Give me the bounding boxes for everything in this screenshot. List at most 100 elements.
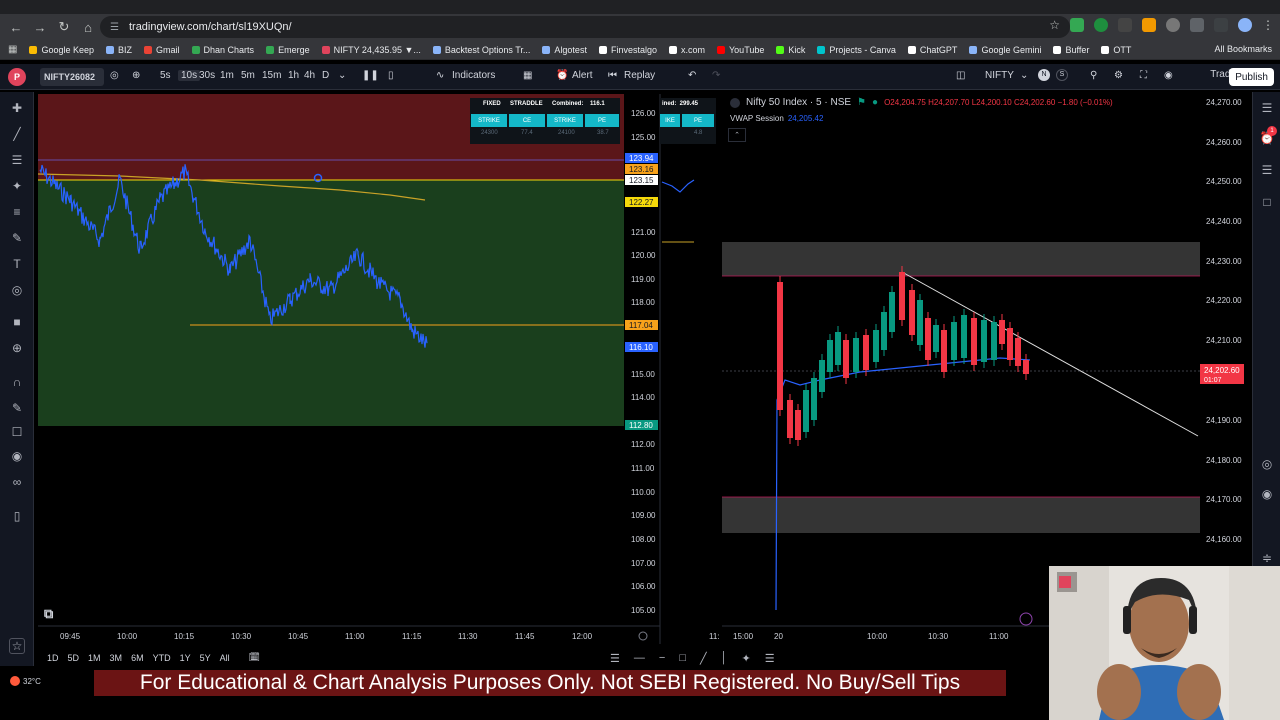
flag-icon[interactable]: ⚑: [857, 97, 866, 108]
right-zone-bottom: [722, 497, 1200, 533]
right-time-tick: 11:00: [989, 632, 1009, 641]
range-5y[interactable]: 5Y: [200, 653, 211, 663]
right-price-tick: 24,260.00: [1206, 138, 1242, 147]
vwap-label: VWAP Session: [730, 114, 784, 123]
support-zone: [38, 180, 624, 426]
right-price-tick: 24,160.00: [1206, 535, 1242, 544]
current-price-countdown: 01:07: [1204, 377, 1222, 384]
more-tools-icon[interactable]: ☰: [765, 652, 775, 665]
candle-body: [873, 330, 879, 362]
straddle-table: FIXED STRADDLE Combined: 116.1 STRIKE CE…: [470, 98, 620, 144]
price-tag-label: 123.16: [629, 165, 654, 174]
vwap-value: 24,205.42: [787, 114, 824, 123]
range-1m[interactable]: 1M: [88, 653, 101, 663]
lightning-icon[interactable]: [1019, 612, 1033, 626]
current-price-value: 24,202.60: [1204, 366, 1240, 375]
range-6m[interactable]: 6M: [131, 653, 144, 663]
right-chart-title[interactable]: Nifty 50 Index · 5 · NSE: [746, 97, 851, 108]
range-ytd[interactable]: YTD: [153, 653, 171, 663]
left-time-tick: 10:45: [288, 632, 309, 641]
vline-tool-icon[interactable]: │: [721, 652, 728, 664]
temperature: 32°C: [23, 676, 41, 686]
range-3m[interactable]: 3M: [110, 653, 123, 663]
right-time-axis-labels[interactable]: 11: 15:00 20 10:00 10:30 11:00: [709, 632, 1009, 641]
trend-tool-icon[interactable]: ╱: [700, 652, 707, 665]
straddle-value-strike: 24300: [481, 130, 498, 136]
partial-value-pe: 4.8: [694, 130, 703, 136]
price-tag-label: 123.15: [629, 176, 654, 185]
right-zone-top: [722, 242, 1200, 276]
straddle-header-straddle: STRADDLE: [510, 101, 543, 107]
right-time-tick: 11:: [709, 632, 720, 641]
left-price-tick: 105.00: [631, 606, 656, 615]
left-price-tick: 112.00: [631, 440, 655, 449]
webcam-person-image: [1049, 566, 1280, 720]
candle-body: [843, 340, 849, 378]
candle-body: [899, 272, 905, 320]
candle-body: [863, 335, 869, 370]
right-price-tick: 24,250.00: [1206, 177, 1242, 186]
candle-body: [1023, 360, 1029, 374]
pattern-tool-icon[interactable]: ✦: [741, 652, 750, 665]
right-price-tick: 24,220.00: [1206, 296, 1242, 305]
right-time-tick: 10:30: [928, 632, 949, 641]
left-price-tick: 126.00: [631, 109, 656, 118]
right-chart-legend: Nifty 50 Index · 5 · NSE ⚑ ● O24,204.75 …: [730, 97, 1113, 108]
candle-body: [795, 410, 801, 440]
price-tag-label: 112.80: [629, 421, 653, 430]
candle-body: [951, 322, 957, 360]
ray-tool-icon[interactable]: −: [659, 652, 665, 664]
calendar-icon[interactable]: 🗓: [249, 653, 260, 663]
straddle-header-fixed: FIXED: [483, 101, 501, 107]
left-time-tick: 10:00: [117, 632, 138, 641]
candle-body: [941, 330, 947, 372]
straddle-combined-value: 116.1: [590, 101, 605, 107]
tradingview-logo: ⧉: [44, 606, 54, 621]
left-time-tick: 09:45: [60, 632, 81, 641]
multiline-icon[interactable]: ☰: [610, 652, 620, 665]
right-price-tick: 24,180.00: [1206, 456, 1242, 465]
candle-body: [917, 300, 923, 345]
range-all[interactable]: All: [220, 653, 230, 663]
left-price-tick: 121.00: [631, 228, 656, 237]
candle-body: [827, 340, 833, 372]
weather-sun-icon: [10, 676, 20, 686]
candle-body: [1015, 338, 1021, 366]
straddle-cell-ce: CE: [509, 114, 545, 127]
left-time-tick: 10:15: [174, 632, 195, 641]
left-time-tick: 11:15: [402, 632, 422, 641]
rectangle-tool-icon[interactable]: □: [679, 652, 686, 664]
range-5d[interactable]: 5D: [68, 653, 80, 663]
right-price-axis[interactable]: 24,270.00 24,260.00 24,250.00 24,240.00 24,2…: [1206, 98, 1242, 544]
collapse-legend-icon[interactable]: ⌃: [728, 128, 746, 142]
candle-body: [971, 318, 977, 365]
right-time-tick: 10:00: [867, 632, 888, 641]
right-time-tick: 20: [774, 632, 783, 641]
right-price-tick: 24,270.00: [1206, 98, 1242, 107]
right-price-tick: 24,190.00: [1206, 416, 1242, 425]
candle-body: [909, 290, 915, 335]
price-tag-label: 123.94: [629, 154, 654, 163]
left-price-tick: 109.00: [631, 511, 656, 520]
left-price-tick: 110.00: [631, 488, 655, 497]
partial-header: ined: 299.45: [662, 101, 699, 107]
right-price-tick: 24,230.00: [1206, 257, 1242, 266]
candles-group: [777, 266, 1029, 446]
range-bar: 1D 5D 1M 3M 6M YTD 1Y 5Y All 🗓: [38, 648, 638, 668]
settings-circle-icon[interactable]: [638, 631, 648, 641]
price-tag-label: 116.10: [629, 343, 653, 352]
straddle-cell-strike: STRIKE: [471, 114, 507, 127]
range-1y[interactable]: 1Y: [180, 653, 191, 663]
left-price-tick: 115.00: [631, 370, 655, 379]
right-time-tick: 15:00: [733, 632, 754, 641]
candle-body: [777, 282, 783, 410]
range-1d[interactable]: 1D: [47, 653, 59, 663]
drawing-bottom-bar: ☰ — − □ ╱ │ ✦ ☰: [610, 648, 830, 668]
left-time-axis-labels[interactable]: 09:45 10:00 10:15 10:30 10:45 11:00 11:15 11:30…: [60, 632, 593, 641]
left-price-tags: 123.94 123.16 123.15 122.27 117.04 116.10 112.…: [625, 153, 658, 430]
ohlc-values: O24,204.75 H24,207.70 L24,200.10 C24,202…: [884, 98, 1113, 107]
straddle-value-ce: 77.4: [521, 130, 533, 136]
right-price-tick: 24,210.00: [1206, 336, 1242, 345]
left-time-tick: 12:00: [572, 632, 593, 641]
hline-tool-icon[interactable]: —: [634, 652, 645, 664]
